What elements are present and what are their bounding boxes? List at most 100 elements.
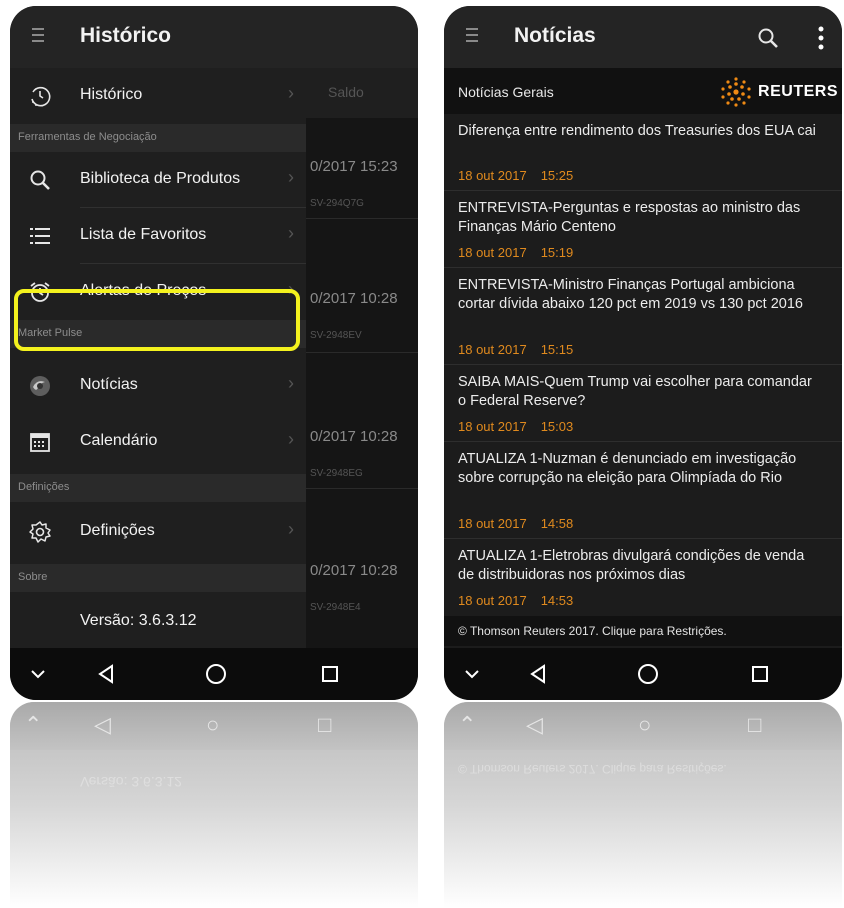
reuters-logo: REUTERS (720, 76, 838, 108)
recents-icon: □ (318, 712, 332, 737)
app-bar: Notícias (444, 6, 842, 68)
history-row-code: SV-294Q7G (310, 198, 364, 209)
left-phone-reflection: ⌃ ◁ ○ □ Versão: 3.6.3.12 (10, 702, 418, 908)
home-icon[interactable] (196, 648, 236, 700)
news-category-header: Notícias Gerais REUTERS (444, 68, 842, 114)
list-item[interactable]: SAIBA MAIS-Quem Trump vai escolher para … (444, 365, 842, 442)
drawer-item-historico[interactable]: Histórico › (10, 68, 306, 124)
drawer-item-noticias[interactable]: Notícias › (10, 358, 306, 414)
drawer-item-label: Calendário (80, 432, 158, 449)
news-timestamp: 18 out 2017 15:15 (458, 342, 574, 357)
list-item[interactable]: Diferença entre rendimento dos Treasurie… (444, 114, 842, 191)
page-title: Histórico (80, 24, 172, 47)
chevron-down-icon[interactable] (18, 648, 58, 700)
news-timestamp: 18 out 2017 15:25 (458, 168, 574, 183)
chevron-right-icon: › (288, 223, 294, 243)
history-row-code: SV-2948E4 (310, 602, 361, 613)
drawer-item-definicoes[interactable]: Definições › (10, 504, 306, 560)
chevron-up-icon: ⌃ (458, 712, 477, 737)
news-category-label: Notícias Gerais (458, 84, 554, 100)
news-timestamp: 18 out 2017 15:03 (458, 419, 574, 434)
list-item[interactable]: ENTREVISTA-Perguntas e respostas ao mini… (444, 191, 842, 268)
section-header-definicoes: Definições (10, 474, 306, 502)
history-row-code: SV-2948EV (310, 330, 362, 341)
news-timestamp: 18 out 2017 14:53 (458, 593, 574, 608)
drawer-item-favoritos[interactable]: Lista de Favoritos › (10, 208, 306, 264)
recents-icon[interactable] (310, 648, 350, 700)
calendar-icon (26, 428, 54, 456)
news-headline: ENTREVISTA-Ministro Finanças Portugal am… (458, 277, 803, 312)
drawer-item-label: Notícias (80, 376, 138, 393)
reuters-brand-text: REUTERS (758, 83, 838, 100)
news-screen: Notícias Notícias Gerais REUTERS Diferen… (444, 6, 842, 700)
news-headline: Diferença entre rendimento dos Treasurie… (458, 123, 816, 139)
history-list-background: Saldo 0/2017 15:23 SV-294Q7G 0/2017 10:2… (306, 68, 418, 648)
list-item[interactable]: ATUALIZA 1-Eletrobras divulgará condiçõe… (444, 539, 842, 616)
drawer-item-calendario[interactable]: Calendário › (10, 414, 306, 470)
back-icon[interactable] (86, 648, 126, 700)
history-column-header: Saldo (306, 68, 418, 118)
history-row-date: 0/2017 10:28 (310, 290, 398, 307)
copyright-footer[interactable]: © Thomson Reuters 2017. Clique para Rest… (444, 616, 842, 646)
reflection-nav-bar: ⌃ ◁ ○ □ (444, 702, 842, 750)
recents-icon: □ (748, 712, 762, 737)
drawer-item-biblioteca[interactable]: Biblioteca de Produtos › (10, 152, 306, 208)
version-info: Versão: 3.6.3.12 (10, 594, 306, 650)
chevron-down-icon[interactable] (452, 648, 492, 700)
chevron-right-icon: › (288, 373, 294, 393)
hamburger-menu-icon[interactable] (32, 28, 46, 46)
search-icon[interactable] (756, 26, 780, 55)
search-icon (26, 166, 54, 194)
chevron-right-icon: › (288, 429, 294, 449)
reflection-version-text: Versão: 3.6.3.12 (80, 774, 182, 790)
home-icon: ○ (638, 712, 652, 737)
page-title: Notícias (514, 24, 596, 47)
version-label: Versão: 3.6.3.12 (80, 612, 197, 629)
chevron-right-icon: › (288, 519, 294, 539)
navigation-drawer: Histórico › Ferramentas de Negociação Bi… (10, 68, 306, 648)
drawer-item-label: Lista de Favoritos (80, 226, 207, 243)
back-icon: ◁ (94, 712, 111, 737)
back-icon[interactable] (518, 648, 558, 700)
history-clock-icon (26, 82, 54, 110)
copyright-text: © Thomson Reuters 2017. Clique para Rest… (458, 624, 727, 638)
reflection-nav-bar: ⌃ ◁ ○ □ (10, 702, 418, 750)
drawer-item-label: Histórico (80, 86, 143, 103)
chevron-right-icon: › (288, 167, 294, 187)
back-icon: ◁ (526, 712, 543, 737)
system-nav-bar (444, 648, 842, 700)
section-header-tools: Ferramentas de Negociação (10, 124, 306, 152)
system-nav-bar (10, 648, 418, 700)
reuters-logo-icon (721, 77, 751, 107)
section-header-sobre: Sobre (10, 564, 306, 592)
reuters-swirl-icon (26, 372, 54, 400)
reflection-footer-text: © Thomson Reuters 2017. Clique para Rest… (458, 762, 727, 776)
home-icon[interactable] (628, 648, 668, 700)
recents-icon[interactable] (740, 648, 780, 700)
right-phone-reflection: ⌃ ◁ ○ □ © Thomson Reuters 2017. Clique p… (444, 702, 842, 908)
gear-icon (26, 518, 54, 546)
noticias-highlight-box (14, 289, 300, 351)
news-headline: ATUALIZA 1-Eletrobras divulgará condiçõe… (458, 548, 805, 583)
news-timestamp: 18 out 2017 15:19 (458, 245, 574, 260)
history-row-code: SV-2948EG (310, 468, 363, 479)
balance-column-label: Saldo (328, 84, 364, 100)
history-row-date: 0/2017 15:23 (310, 158, 398, 175)
app-bar: Histórico (10, 6, 418, 68)
news-headline: ENTREVISTA-Perguntas e respostas ao mini… (458, 200, 801, 235)
chevron-right-icon: › (288, 83, 294, 103)
drawer-item-label: Biblioteca de Produtos (80, 170, 241, 187)
news-timestamp: 18 out 2017 14:58 (458, 516, 574, 531)
list-item[interactable]: ATUALIZA 1-Nuzman é denunciado em invest… (444, 442, 842, 539)
home-icon: ○ (206, 712, 220, 737)
news-headline: ATUALIZA 1-Nuzman é denunciado em invest… (458, 451, 797, 486)
news-headline: SAIBA MAIS-Quem Trump vai escolher para … (458, 374, 812, 409)
overflow-menu-icon[interactable] (818, 26, 824, 50)
hamburger-menu-icon[interactable] (466, 28, 480, 46)
list-icon (26, 222, 54, 250)
chevron-up-icon: ⌃ (24, 712, 43, 737)
history-row-date: 0/2017 10:28 (310, 428, 398, 445)
history-row-date: 0/2017 10:28 (310, 562, 398, 579)
list-item[interactable]: ENTREVISTA-Ministro Finanças Portugal am… (444, 268, 842, 365)
history-screen: Histórico Saldo 0/2017 15:23 SV-294Q7G 0… (10, 6, 418, 700)
